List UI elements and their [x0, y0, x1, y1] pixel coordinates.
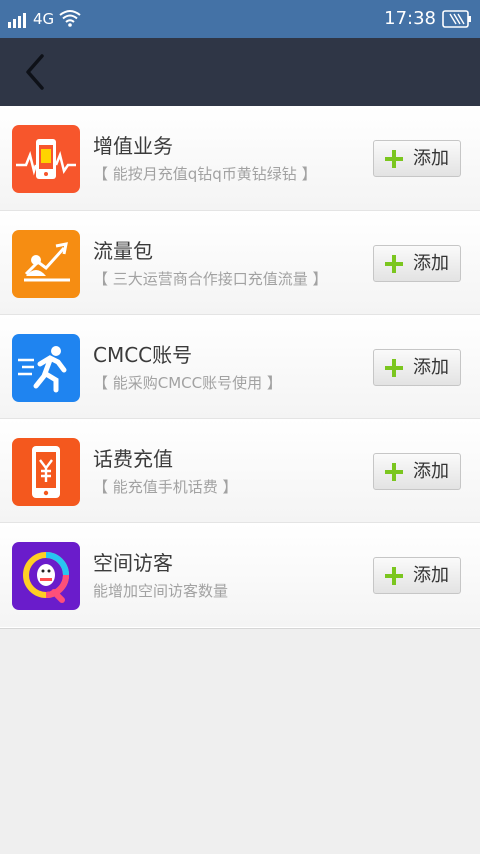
- signal-strength-icon: [8, 13, 26, 28]
- plus-icon: [385, 254, 403, 273]
- item-description: 【 能充值手机话费 】: [93, 478, 238, 496]
- phone-yuan-icon: [12, 438, 80, 506]
- item-title: 增值业务: [93, 134, 173, 158]
- add-button-label: 添加: [413, 147, 449, 169]
- list-item: 话费充值 【 能充值手机话费 】 添加: [0, 418, 480, 523]
- running-man-icon: [12, 334, 80, 402]
- plus-icon: [385, 462, 403, 481]
- item-title: 空间访客: [93, 551, 173, 575]
- add-button-label: 添加: [413, 564, 449, 586]
- nav-bar: [0, 38, 480, 106]
- plus-icon: [385, 358, 403, 377]
- back-button[interactable]: [18, 52, 54, 92]
- item-description: 能增加空间访客数量: [93, 582, 229, 600]
- plus-icon: [385, 149, 403, 168]
- plus-icon: [385, 566, 403, 585]
- phone-recharge-icon: [12, 125, 80, 193]
- item-title: 流量包: [93, 239, 153, 263]
- add-button-label: 添加: [413, 356, 449, 378]
- add-button[interactable]: 添加: [373, 557, 461, 594]
- add-button[interactable]: 添加: [373, 140, 461, 177]
- list-item: CMCC账号 【 能采购CMCC账号使用 】 添加: [0, 314, 480, 419]
- add-button-label: 添加: [413, 252, 449, 274]
- item-title: CMCC账号: [93, 343, 193, 367]
- wifi-icon: [59, 10, 81, 27]
- add-button[interactable]: 添加: [373, 245, 461, 282]
- item-description: 【 能采购CMCC账号使用 】: [93, 374, 282, 392]
- item-description: 【 能按月充值q钻q币黄钻绿钻 】: [93, 165, 317, 183]
- add-button-label: 添加: [413, 460, 449, 482]
- list-item: 空间访客 能增加空间访客数量 添加: [0, 522, 480, 627]
- list-item: 流量包 【 三大运营商合作接口充值流量 】 添加: [0, 210, 480, 315]
- item-description: 【 三大运营商合作接口充值流量 】: [93, 270, 328, 288]
- battery-icon: [442, 10, 471, 28]
- status-bar: 4G 17:38: [0, 0, 480, 38]
- clock: 17:38: [384, 8, 436, 29]
- qq-zone-visitor-icon: [12, 542, 80, 610]
- add-button[interactable]: 添加: [373, 349, 461, 386]
- list-item: 增值业务 【 能按月充值q钻q币黄钻绿钻 】 添加: [0, 106, 480, 210]
- item-title: 话费充值: [93, 447, 173, 471]
- service-list: 增值业务 【 能按月充值q钻q币黄钻绿钻 】 添加 流量包 【 三大运营商合作接…: [0, 106, 480, 629]
- add-button[interactable]: 添加: [373, 453, 461, 490]
- data-growth-chart-icon: [12, 230, 80, 298]
- network-type: 4G: [33, 10, 55, 28]
